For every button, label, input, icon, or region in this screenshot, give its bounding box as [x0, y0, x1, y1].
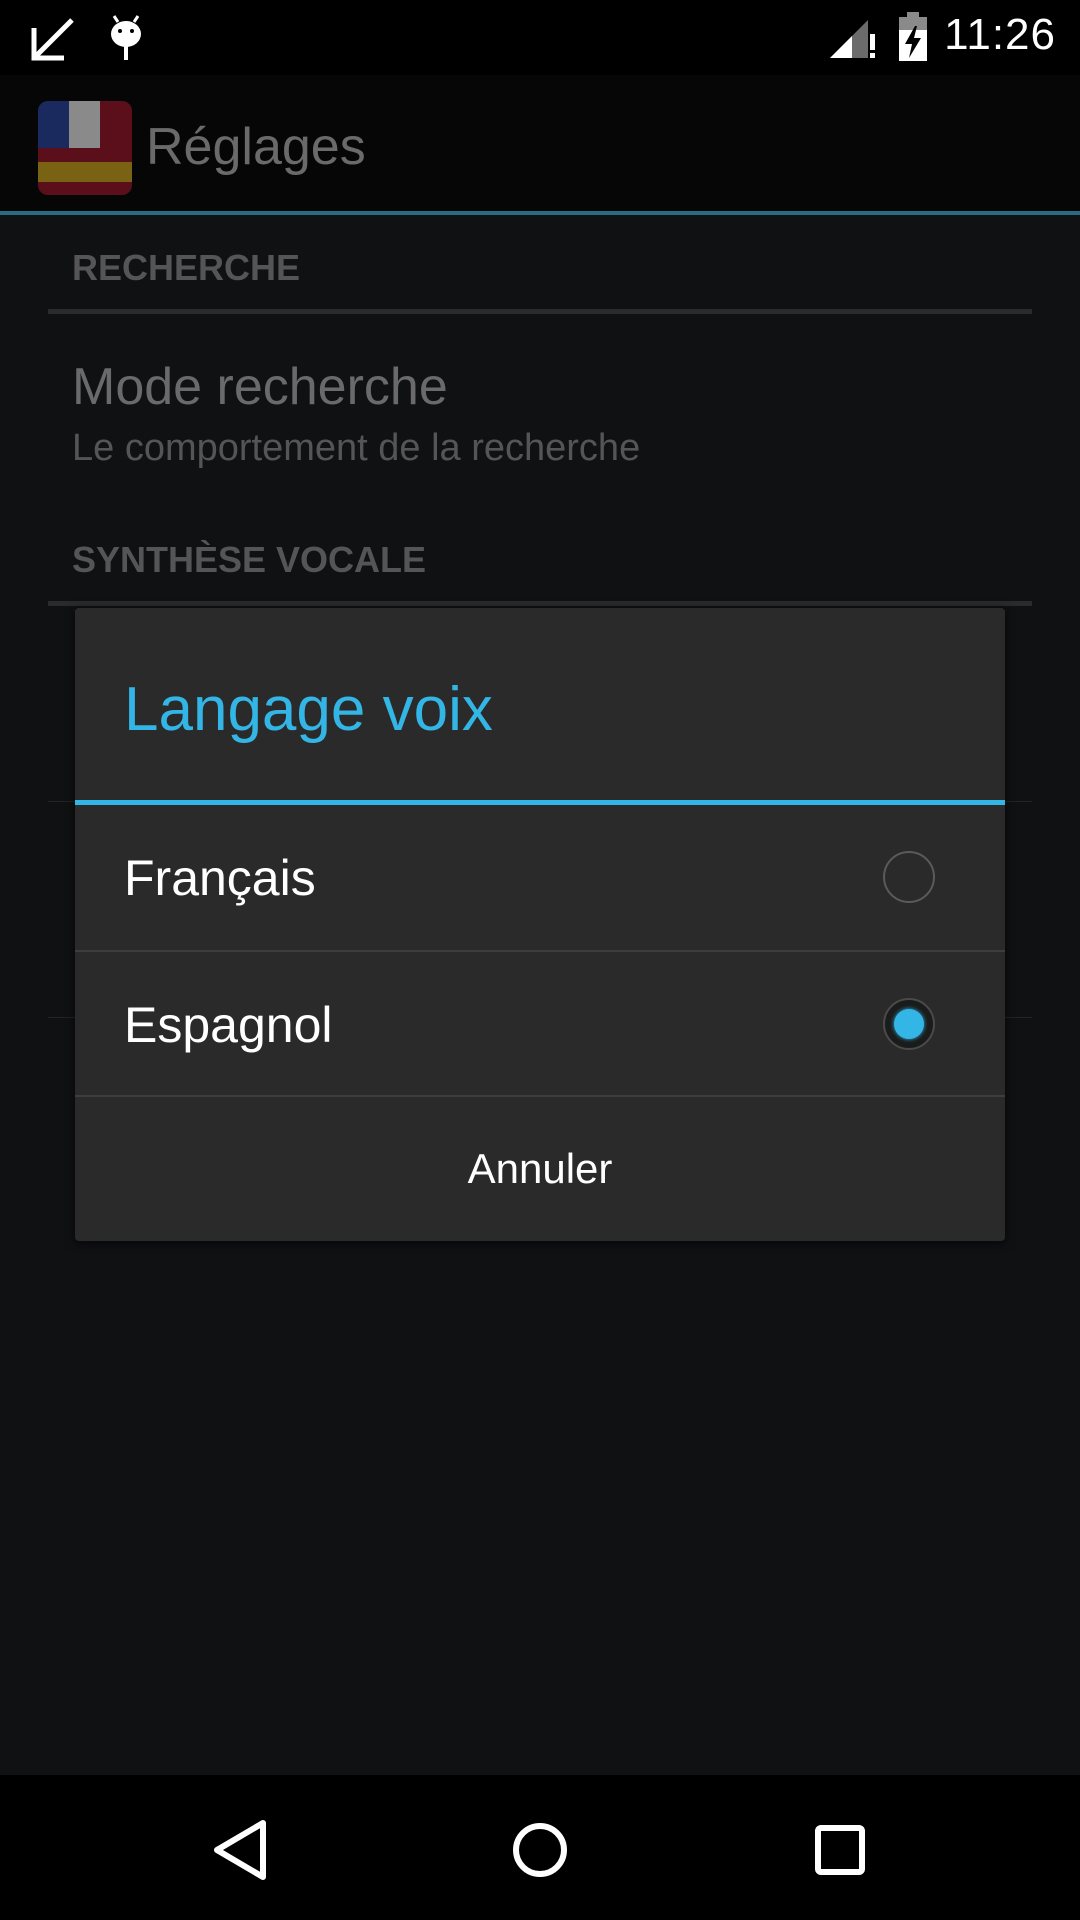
section-header-search: RECHERCHE [72, 247, 301, 288]
battery-charging-icon [899, 12, 927, 61]
flag-app-icon[interactable] [38, 101, 132, 195]
home-icon[interactable] [495, 1805, 585, 1895]
signal-icon [830, 20, 875, 58]
pref-mode-summary: Le comportement de la recherche [72, 427, 641, 469]
option-francais[interactable]: Français [75, 805, 1005, 950]
android-debug-icon [111, 15, 141, 60]
status-bar: 11:26 [0, 0, 1080, 75]
cancel-button-label: Annuler [467, 1145, 613, 1192]
section-header-tts: SYNTHÈSE VOCALE [72, 539, 427, 580]
option-label: Français [124, 850, 316, 906]
missed-call-arrow-icon [31, 18, 74, 61]
recents-icon[interactable] [795, 1805, 885, 1895]
option-espagnol[interactable]: Espagnol [75, 952, 1005, 1097]
back-icon[interactable] [195, 1805, 285, 1895]
cancel-button[interactable]: Annuler [75, 1097, 1005, 1241]
language-dialog: Langage voix Français Espagnol Annuler [75, 608, 1005, 1241]
action-bar: Réglages [0, 75, 1080, 215]
section-divider [48, 601, 1032, 606]
page-title: Réglages [146, 118, 366, 176]
pref-mode-title[interactable]: Mode recherche [72, 357, 448, 417]
dialog-title: Langage voix [124, 675, 493, 744]
nav-bar [0, 1775, 1080, 1920]
status-time: 11:26 [944, 10, 1056, 59]
option-label: Espagnol [124, 997, 333, 1053]
section-divider [48, 309, 1032, 314]
radio-checked-icon[interactable] [883, 998, 935, 1050]
radio-unchecked-icon[interactable] [883, 851, 935, 903]
